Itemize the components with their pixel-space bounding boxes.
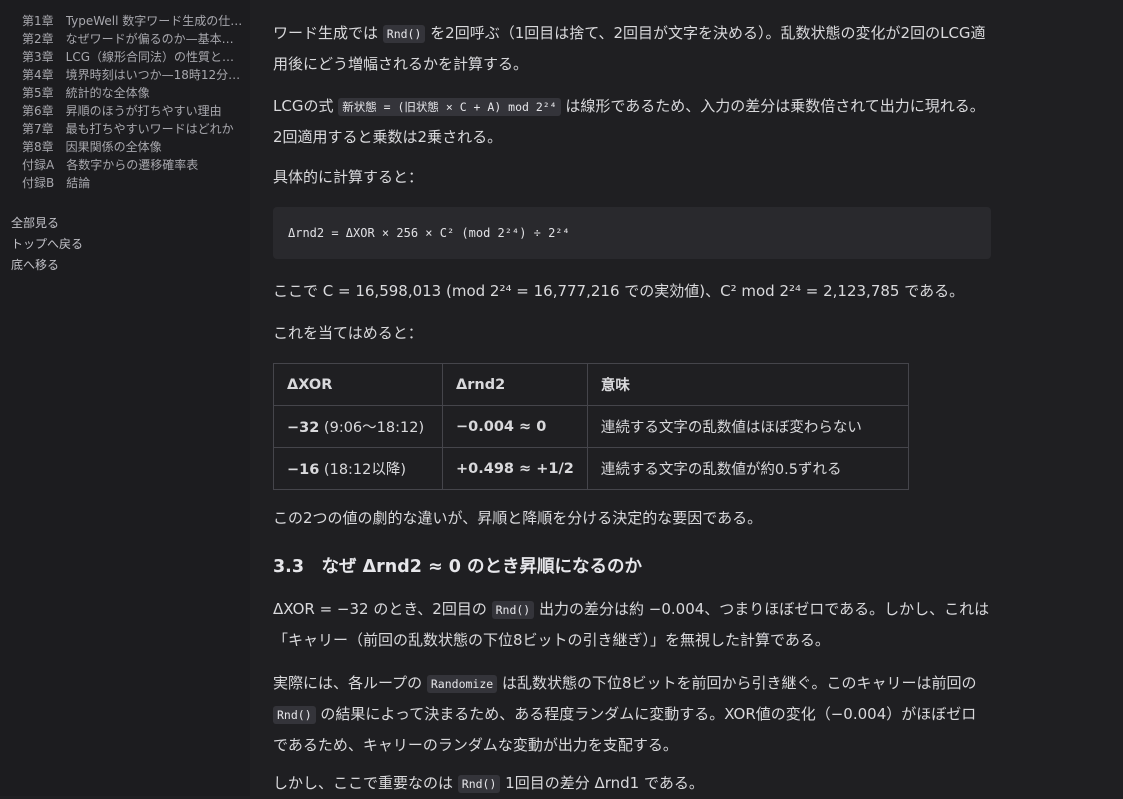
table-header-row: ΔXOR Δrnd2 意味: [273, 363, 909, 406]
back-to-top-link[interactable]: トップへ戻る: [11, 234, 83, 255]
toc-item-ch7[interactable]: 第7章 最も打ちやすいワードはどれか: [22, 120, 244, 138]
toc-item-appendix-a[interactable]: 付録A 各数字からの遷移確率表: [22, 156, 244, 174]
toc-item-appendix-b[interactable]: 付録B 結論: [22, 174, 244, 192]
table-cell-meaning: 連続する文字の乱数値はほぼ変わらない: [586, 405, 909, 448]
toc-item-ch6[interactable]: 第6章 昇順のほうが打ちやすい理由: [22, 102, 244, 120]
side-links: 全部見る トップへ戻る 底へ移る: [11, 213, 83, 276]
table-cell-meaning: 連続する文字の乱数値が約0.5ずれる: [586, 447, 909, 490]
table-cell-rnd2: +0.498 ≈ +1/2: [442, 447, 588, 490]
paragraph-5: これを当てはめると：: [273, 324, 423, 342]
sidebar: 第1章 TypeWell 数字ワード生成の仕… 第2章 なぜワードが偏るのか—基本……: [0, 0, 250, 796]
inline-code-rnd: Rnd(): [273, 706, 316, 724]
delta-table: ΔXOR Δrnd2 意味 −32 (9:06〜18:12) −0.004 ≈ …: [273, 363, 909, 490]
inline-code-rnd: Rnd(): [457, 775, 501, 793]
table-of-contents: 第1章 TypeWell 数字ワード生成の仕… 第2章 なぜワードが偏るのか—基本……: [22, 12, 244, 192]
table-header-rnd2: Δrnd2: [442, 363, 588, 406]
go-bottom-link[interactable]: 底へ移る: [11, 255, 83, 276]
table-cell-xor: −32 (9:06〜18:12): [273, 405, 443, 448]
table-cell-xor: −16 (18:12以降): [273, 447, 443, 490]
inline-code-rnd: Rnd(): [491, 601, 535, 619]
toc-item-ch2[interactable]: 第2章 なぜワードが偏るのか—基本…: [22, 30, 244, 48]
toc-item-ch4[interactable]: 第4章 境界時刻はいつか—18時12分…: [22, 66, 244, 84]
paragraph-4: ここで C = 16,598,013 (mod 2²⁴ = 16,777,216…: [273, 282, 965, 300]
paragraph-8: 実際には、各ループの Randomize は乱数状態の下位8ビットを前回から引き…: [273, 674, 977, 754]
table-header-xor: ΔXOR: [273, 363, 443, 406]
toc-item-ch5[interactable]: 第5章 統計的な全体像: [22, 84, 244, 102]
table-row: −16 (18:12以降) +0.498 ≈ +1/2 連続する文字の乱数値が約…: [273, 447, 909, 490]
show-all-link[interactable]: 全部見る: [11, 213, 83, 234]
paragraph-6: この2つの値の劇的な違いが、昇順と降順を分ける決定的な要因である。: [273, 509, 763, 527]
paragraph-1: ワード生成では Rnd() を2回呼ぶ（1回目は捨て、2回目が文字を決める）。乱…: [273, 24, 986, 73]
paragraph-9: しかし、ここで重要なのは Rnd() 1回目の差分 Δrnd1 である。: [273, 774, 704, 793]
section-heading-3-3: 3.3 なぜ Δrnd2 ≈ 0 のとき昇順になるのか: [273, 557, 643, 577]
toc-item-ch1[interactable]: 第1章 TypeWell 数字ワード生成の仕…: [22, 12, 244, 30]
formula-code-block: Δrnd2 = ΔXOR × 256 × C² (mod 2²⁴) ÷ 2²⁴: [273, 207, 991, 259]
inline-code-rnd: Rnd(): [382, 25, 426, 43]
table-cell-rnd2: −0.004 ≈ 0: [442, 405, 588, 448]
table-row: −32 (9:06〜18:12) −0.004 ≈ 0 連続する文字の乱数値はほ…: [273, 405, 909, 448]
table-header-meaning: 意味: [586, 363, 909, 406]
paragraph-2: LCGの式 新状態 = (旧状態 × C + A) mod 2²⁴ は線形である…: [273, 97, 985, 146]
inline-code-randomize: Randomize: [426, 675, 498, 693]
paragraph-7: ΔXOR = −32 のとき、2回目の Rnd() 出力の差分は約 −0.004…: [273, 600, 990, 649]
inline-code-lcg-formula: 新状態 = (旧状態 × C + A) mod 2²⁴: [338, 98, 561, 116]
toc-item-ch3[interactable]: 第3章 LCG（線形合同法）の性質と…: [22, 48, 244, 66]
paragraph-3: 具体的に計算すると：: [273, 168, 424, 186]
toc-item-ch8[interactable]: 第8章 因果関係の全体像: [22, 138, 244, 156]
